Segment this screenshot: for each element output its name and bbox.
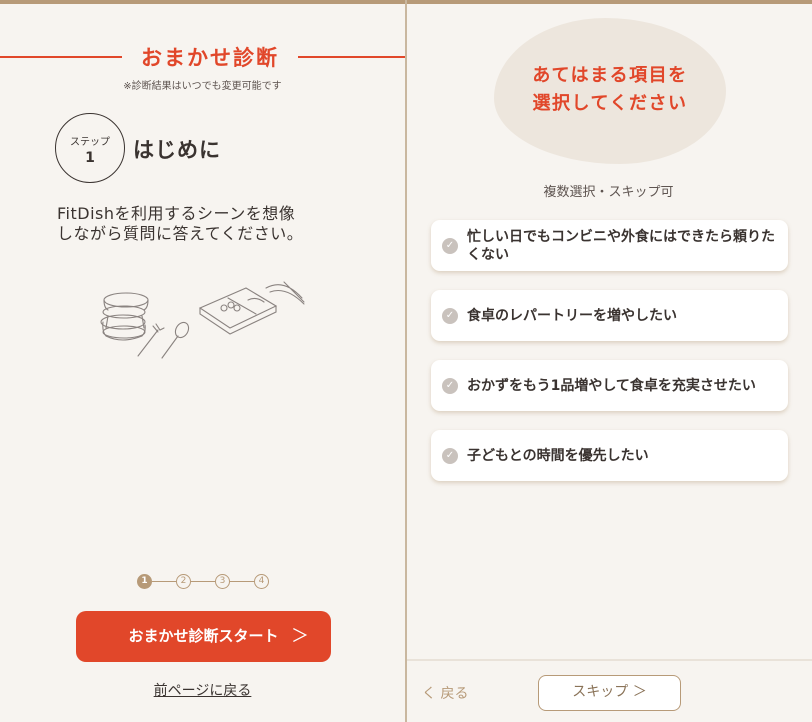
step-dot: 3 xyxy=(215,574,230,589)
start-button-label: おまかせ診断スタート xyxy=(128,627,279,645)
intro-line: FitDishを利用するシーンを想像 xyxy=(57,204,296,223)
chevron-right-icon: ＞ xyxy=(291,626,309,647)
step-connector xyxy=(230,581,254,582)
step-dot-active: 1 xyxy=(137,574,152,589)
question-prompt: あてはまる項目を 選択してください xyxy=(494,62,726,118)
start-diagnosis-button[interactable]: おまかせ診断スタート ＞ xyxy=(76,611,331,662)
check-icon: ✓ xyxy=(442,447,458,464)
option-item[interactable]: ✓ おかずをもう1品増やして食卓を充実させたい xyxy=(431,360,788,411)
option-item[interactable]: ✓ 食卓のレパートリーを増やしたい xyxy=(431,290,788,341)
step-dot: 4 xyxy=(254,574,269,589)
check-icon: ✓ xyxy=(442,307,458,324)
check-icon: ✓ xyxy=(442,377,458,394)
step-heading: はじめに xyxy=(133,138,221,162)
intro-panel: おまかせ診断 ※診断結果はいつでも変更可能です ステップ 1 はじめに FitD… xyxy=(0,4,405,722)
option-label: 忙しい日でもコンビニや外食にはできたら頼りたくない xyxy=(467,228,775,263)
title-rule-right xyxy=(298,56,405,58)
check-icon: ✓ xyxy=(442,237,458,254)
option-label: 子どもとの時間を優先したい xyxy=(467,447,649,464)
prompt-line: 選択してください xyxy=(532,93,688,114)
title-row: おまかせ診断 xyxy=(0,42,405,72)
footer-divider xyxy=(407,659,812,661)
option-label: おかずをもう1品増やして食卓を充実させたい xyxy=(467,377,756,394)
dishes-illustration xyxy=(100,281,305,359)
step-connector xyxy=(152,581,176,582)
option-item[interactable]: ✓ 忙しい日でもコンビニや外食にはできたら頼りたくない xyxy=(431,220,788,271)
option-label: 食卓のレパートリーを増やしたい xyxy=(467,307,677,324)
skip-button[interactable]: スキップ ＞ xyxy=(538,675,681,711)
step-connector xyxy=(191,581,215,582)
step-badge: ステップ 1 xyxy=(55,113,125,183)
page-title: おまかせ診断 xyxy=(141,46,279,70)
option-item[interactable]: ✓ 子どもとの時間を優先したい xyxy=(431,430,788,481)
subnote: ※診断結果はいつでも変更可能です xyxy=(123,81,282,92)
title-rule-left xyxy=(0,56,122,58)
selection-hint: 複数選択・スキップ可 xyxy=(543,185,674,200)
back-button[interactable]: く 戻る xyxy=(422,683,468,703)
intro-text: FitDishを利用するシーンを想像 しながら質問に答えてください。 xyxy=(57,204,387,244)
prompt-line: あてはまる項目を xyxy=(532,65,688,86)
progress-stepper: 1 2 3 4 xyxy=(137,574,273,590)
step-label: ステップ xyxy=(70,137,110,148)
step-dot: 2 xyxy=(176,574,191,589)
intro-line: しながら質問に答えてください。 xyxy=(57,224,304,243)
step-number: 1 xyxy=(85,150,95,166)
previous-page-link[interactable]: 前ページに戻る xyxy=(0,680,405,700)
panel-divider xyxy=(405,0,407,722)
